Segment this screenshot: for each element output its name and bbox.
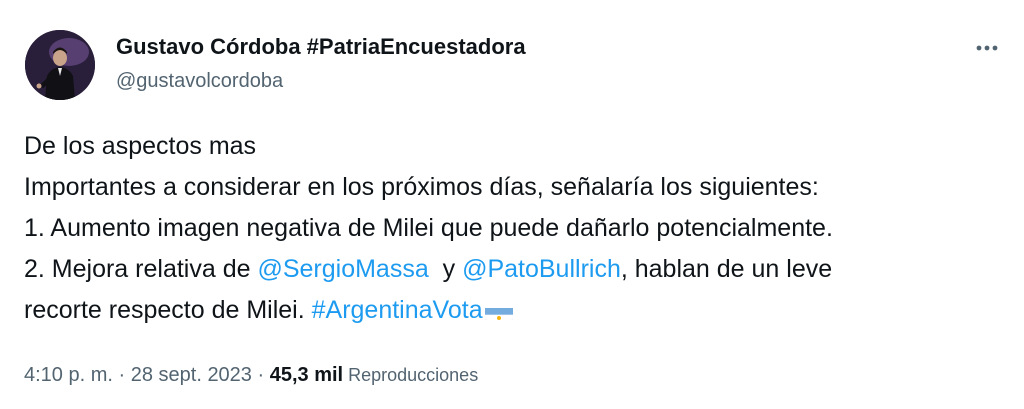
tweet-text-segment: 2. Mejora relativa de [24, 255, 258, 283]
tweet-line: 2. Mejora relativa de @SergioMassa y @Pa… [24, 249, 1004, 290]
tweet-line: Importantes a considerar en los próximos… [24, 173, 819, 201]
meta-separator: · [112, 364, 131, 386]
views-count[interactable]: 45,3 mil [270, 364, 343, 386]
tweet-text-segment: recorte respecto de Milei. [24, 296, 312, 324]
tweet-metadata: 4:10 p. m. · 28 sept. 2023 · 45,3 mil Re… [24, 362, 478, 388]
tweet-line: recorte respecto de Milei. #ArgentinaVot… [24, 290, 1004, 331]
tweet-text-segment: , hablan de un leve [620, 255, 833, 283]
meta-separator: · [251, 364, 270, 386]
avatar-photo [25, 30, 95, 100]
more-options-button[interactable] [972, 36, 1002, 60]
more-horizontal-icon [976, 45, 998, 51]
tweet-line: 1. Aumento imagen negativa de Milei que … [24, 214, 833, 242]
tweet-text: De los aspectos mas Importantes a consid… [24, 126, 1004, 331]
mention-link-patobullrich[interactable]: @PatoBullrich [462, 255, 621, 283]
views-label[interactable]: Reproducciones [343, 365, 478, 385]
tweet-header: Gustavo Córdoba #PatriaEncuestadora @gus… [116, 33, 526, 94]
tweet-timestamp[interactable]: 4:10 p. m. [24, 364, 113, 386]
argentina-flag-icon [484, 300, 513, 320]
tweet-card: Gustavo Córdoba #PatriaEncuestadora @gus… [0, 0, 1024, 409]
tweet-date[interactable]: 28 sept. 2023 [131, 364, 252, 386]
tweet-text-segment: y [428, 255, 463, 283]
tweet-line: De los aspectos mas [24, 132, 257, 160]
mention-link-sergiomassa[interactable]: @SergioMassa [257, 255, 428, 283]
author-display-name[interactable]: Gustavo Córdoba #PatriaEncuestadora [116, 33, 526, 61]
author-handle[interactable]: @gustavolcordoba [116, 68, 526, 94]
avatar[interactable] [25, 30, 95, 100]
hashtag-link-argentinavota[interactable]: #ArgentinaVota [312, 296, 483, 324]
